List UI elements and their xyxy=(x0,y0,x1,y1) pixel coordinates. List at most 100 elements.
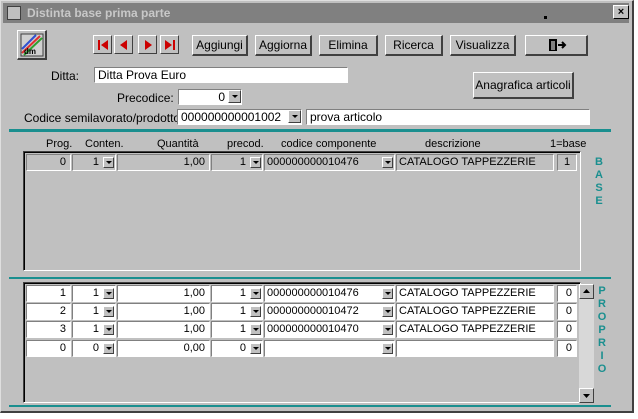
proprio-precod-cell-dropdown-icon[interactable] xyxy=(250,288,261,299)
window-title: Distinta base prima parte xyxy=(27,6,171,20)
ditta-field[interactable]: Ditta Prova Euro xyxy=(94,67,348,83)
precodice-label: Precodice: xyxy=(117,91,174,105)
first-record-button[interactable] xyxy=(93,35,112,54)
proprio-precod-cell-dropdown-icon[interactable] xyxy=(250,324,261,335)
proprio-descrizione-cell[interactable]: CATALOGO TAPPEZZERIE xyxy=(396,321,554,338)
proprio-codice-cell-value: 000000000010476 xyxy=(267,287,359,299)
last-record-icon xyxy=(165,40,175,50)
proprio-conten-cell[interactable]: 1 xyxy=(72,321,116,338)
last-record-button[interactable] xyxy=(160,35,179,54)
col-quantita: Quantità xyxy=(157,138,199,150)
base-conten-cell[interactable]: 1 xyxy=(72,154,116,171)
aggiorna-button[interactable]: Aggiorna xyxy=(255,35,312,56)
app-icon xyxy=(7,6,21,20)
proprio-codice-cell-value: 000000000010470 xyxy=(267,323,359,335)
proprio-conten-cell[interactable]: 0 xyxy=(72,340,116,357)
proprio-codice-cell-dropdown-icon[interactable] xyxy=(382,306,393,317)
proprio-base-cell[interactable]: 0 xyxy=(557,303,577,320)
base-codice-cell[interactable]: 000000000010476 xyxy=(264,154,395,171)
proprio-letter: P xyxy=(598,324,606,336)
proprio-letter: R xyxy=(598,298,606,310)
descrizione-articolo-field[interactable]: prova articolo xyxy=(306,109,590,125)
proprio-precod-cell-dropdown-icon[interactable] xyxy=(250,343,261,354)
scroll-up-icon xyxy=(583,289,590,293)
precodice-dropdown-icon[interactable] xyxy=(228,90,241,103)
proprio-conten-cell-value: 1 xyxy=(92,323,99,335)
col-conten: Conten. xyxy=(85,138,124,150)
next-record-icon xyxy=(145,40,152,50)
scroll-down-icon xyxy=(583,394,590,398)
col-base: 1=base xyxy=(550,138,587,150)
title-dot xyxy=(544,16,547,19)
dm-logo-button[interactable]: dm xyxy=(17,30,47,60)
proprio-conten-cell-dropdown-icon[interactable] xyxy=(103,343,114,354)
base-precod-dropdown-icon[interactable] xyxy=(250,157,261,168)
base-conten-dropdown-icon[interactable] xyxy=(103,157,114,168)
anagrafica-articoli-button[interactable]: Anagrafica articoli xyxy=(473,72,574,99)
elimina-button[interactable]: Elimina xyxy=(319,35,378,56)
proprio-codice-cell[interactable]: 000000000010472 xyxy=(264,303,395,320)
prev-record-button[interactable] xyxy=(114,35,133,54)
proprio-quantita-cell[interactable]: 1,00 xyxy=(117,303,210,320)
proprio-conten-cell[interactable]: 1 xyxy=(72,285,116,302)
proprio-descrizione-cell[interactable] xyxy=(396,340,554,357)
proprio-precod-cell-dropdown-icon[interactable] xyxy=(250,306,261,317)
proprio-base-cell[interactable]: 0 xyxy=(557,340,577,357)
scroll-down-button[interactable] xyxy=(579,388,594,403)
proprio-precod-cell[interactable]: 1 xyxy=(211,303,263,320)
codice-select[interactable]: 000000000001002 xyxy=(177,109,302,125)
ricerca-button[interactable]: Ricerca xyxy=(385,35,443,56)
col-precod: precod. xyxy=(227,138,264,150)
proprio-codice-cell-dropdown-icon[interactable] xyxy=(382,343,393,354)
proprio-quantita-cell[interactable]: 0,00 xyxy=(117,340,210,357)
base-precod-cell[interactable]: 1 xyxy=(211,154,263,171)
elimina-label: Elimina xyxy=(328,38,368,52)
proprio-scrollbar[interactable] xyxy=(579,284,594,403)
proprio-codice-cell[interactable]: 000000000010476 xyxy=(264,285,395,302)
proprio-codice-cell[interactable]: 000000000010470 xyxy=(264,321,395,338)
proprio-conten-cell-dropdown-icon[interactable] xyxy=(103,324,114,335)
precodice-value: 0 xyxy=(218,90,225,104)
title-bar[interactable]: Distinta base prima parte xyxy=(3,3,629,23)
next-record-button[interactable] xyxy=(138,35,157,54)
visualizza-button[interactable]: Visualizza xyxy=(450,35,516,56)
close-button[interactable]: × xyxy=(613,5,629,19)
base-quantita-cell[interactable]: 1,00 xyxy=(117,154,210,171)
base-prog-cell[interactable]: 0 xyxy=(26,154,71,171)
scroll-up-button[interactable] xyxy=(579,284,594,299)
top-separator xyxy=(9,129,611,132)
proprio-prog-cell[interactable]: 2 xyxy=(26,303,71,320)
proprio-conten-cell-value: 1 xyxy=(92,287,99,299)
proprio-quantita-cell[interactable]: 1,00 xyxy=(117,285,210,302)
proprio-precod-cell[interactable]: 1 xyxy=(211,321,263,338)
proprio-prog-cell[interactable]: 3 xyxy=(26,321,71,338)
proprio-precod-cell[interactable]: 1 xyxy=(211,285,263,302)
proprio-prog-cell[interactable]: 1 xyxy=(26,285,71,302)
proprio-conten-cell-dropdown-icon[interactable] xyxy=(103,288,114,299)
col-prog: Prog. xyxy=(46,138,73,150)
base-descrizione-cell[interactable]: CATALOGO TAPPEZZERIE xyxy=(396,154,554,171)
proprio-base-cell[interactable]: 0 xyxy=(557,321,577,338)
base-codice-dropdown-icon[interactable] xyxy=(382,157,393,168)
proprio-descrizione-cell[interactable]: CATALOGO TAPPEZZERIE xyxy=(396,303,554,320)
proprio-quantita-cell[interactable]: 1,00 xyxy=(117,321,210,338)
proprio-conten-cell[interactable]: 1 xyxy=(72,303,116,320)
proprio-conten-cell-dropdown-icon[interactable] xyxy=(103,306,114,317)
proprio-codice-cell[interactable] xyxy=(264,340,395,357)
proprio-codice-cell-dropdown-icon[interactable] xyxy=(382,324,393,335)
proprio-prog-cell[interactable]: 0 xyxy=(26,340,71,357)
base-base-cell[interactable]: 1 xyxy=(557,154,577,171)
proprio-codice-cell-dropdown-icon[interactable] xyxy=(382,288,393,299)
precodice-select[interactable]: 0 xyxy=(178,89,242,105)
base-letter: E xyxy=(595,195,603,207)
proprio-descrizione-cell[interactable]: CATALOGO TAPPEZZERIE xyxy=(396,285,554,302)
visualizza-label: Visualizza xyxy=(455,38,510,52)
base-conten-value: 1 xyxy=(92,156,99,168)
aggiungi-button[interactable]: Aggiungi xyxy=(192,35,248,56)
codice-dropdown-icon[interactable] xyxy=(288,110,301,123)
proprio-precod-cell-value: 1 xyxy=(239,305,246,317)
exit-button[interactable] xyxy=(525,35,588,56)
proprio-precod-cell-value: 0 xyxy=(239,342,246,354)
proprio-precod-cell[interactable]: 0 xyxy=(211,340,263,357)
proprio-base-cell[interactable]: 0 xyxy=(557,285,577,302)
